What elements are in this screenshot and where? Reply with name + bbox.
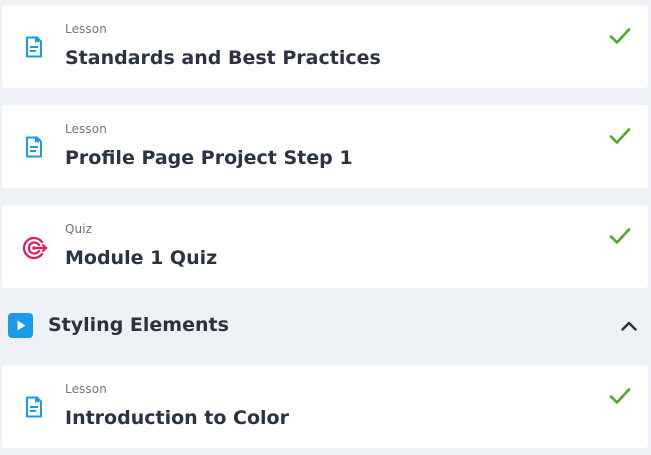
quiz-target-icon [22, 235, 48, 260]
quiz-item[interactable]: Quiz Module 1 Quiz [2, 205, 648, 288]
checkmark-icon [608, 224, 632, 248]
item-type-label: Lesson [65, 22, 107, 36]
item-title: Module 1 Quiz [65, 247, 218, 269]
checkmark-icon [608, 384, 632, 408]
checkmark-icon [608, 124, 632, 148]
item-title: Standards and Best Practices [65, 47, 381, 69]
lesson-icon [22, 35, 46, 59]
item-type-label: Lesson [65, 382, 107, 396]
section-header[interactable]: Styling Elements [0, 296, 651, 356]
checkmark-icon [608, 24, 632, 48]
chevron-up-icon[interactable] [619, 316, 639, 336]
course-outline: Lesson Standards and Best Practices Less… [0, 0, 651, 455]
item-title: Profile Page Project Step 1 [65, 147, 353, 169]
lesson-item[interactable]: Lesson Profile Page Project Step 1 [2, 105, 648, 188]
item-type-label: Lesson [65, 122, 107, 136]
item-type-label: Quiz [65, 222, 93, 236]
lesson-item[interactable]: Lesson Introduction to Color [2, 365, 648, 448]
lesson-icon [22, 395, 46, 419]
section-title: Styling Elements [48, 314, 229, 336]
lesson-item[interactable]: Lesson Standards and Best Practices [2, 5, 648, 88]
lesson-icon [22, 135, 46, 159]
item-title: Introduction to Color [65, 407, 289, 429]
play-icon [8, 313, 33, 338]
